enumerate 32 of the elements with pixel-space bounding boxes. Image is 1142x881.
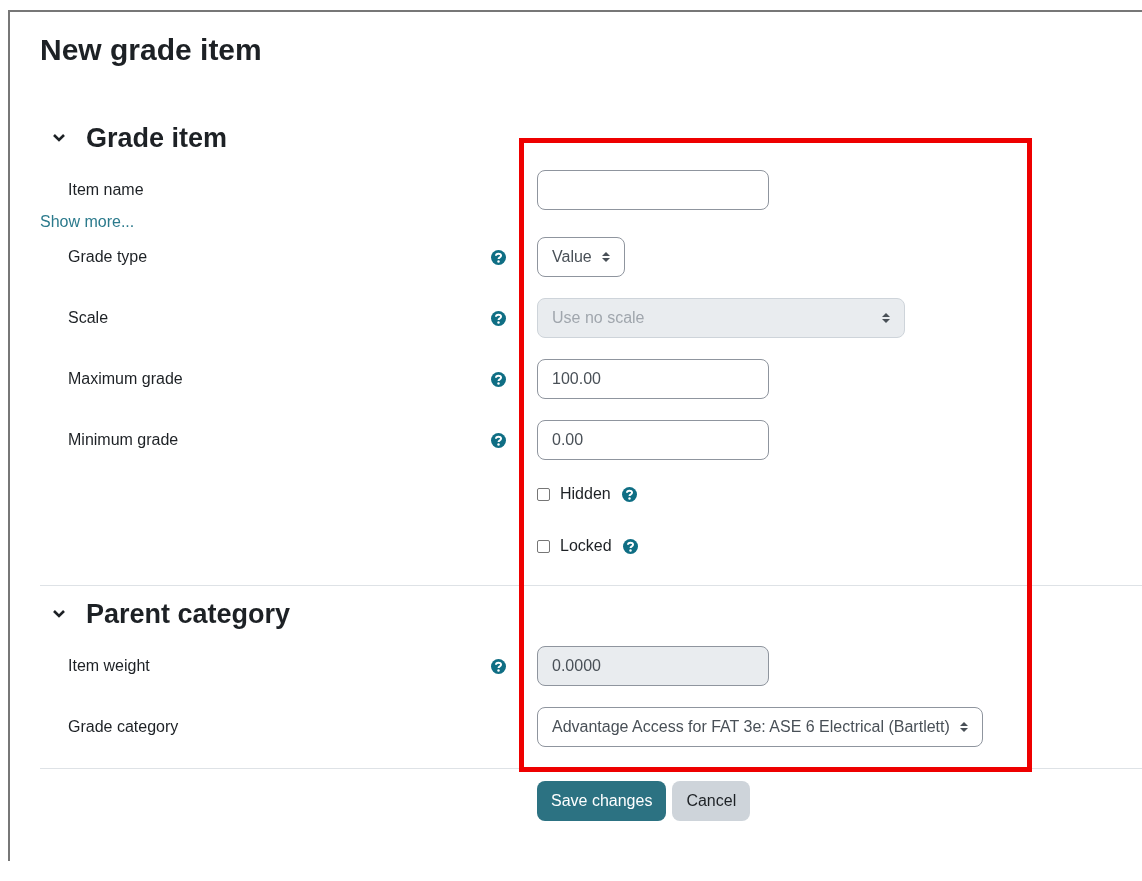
text-field[interactable]: 0.00 xyxy=(537,420,769,460)
help-icon[interactable] xyxy=(491,432,506,448)
field-label: Item weight xyxy=(68,657,151,675)
checkbox-label: Hidden xyxy=(560,485,611,503)
help-icon[interactable] xyxy=(621,486,637,502)
checkbox[interactable] xyxy=(537,539,550,553)
page-title: New grade item xyxy=(40,32,263,68)
select-dropdown[interactable]: Value xyxy=(537,237,625,277)
sort-icon xyxy=(601,251,610,263)
show-more-link[interactable]: Show more... xyxy=(40,213,135,231)
select-dropdown[interactable]: Advantage Access for FAT 3e: ASE 6 Electrical (Bartlett) xyxy=(537,707,983,747)
help-icon[interactable] xyxy=(491,371,506,387)
sort-icon xyxy=(959,721,968,733)
field-label: Grade category xyxy=(68,718,180,736)
sort-icon xyxy=(882,312,890,324)
checkbox[interactable] xyxy=(537,487,550,501)
checkbox-label: Locked xyxy=(560,537,612,555)
help-icon[interactable] xyxy=(622,538,638,554)
save-button[interactable]: Save changes xyxy=(537,781,667,821)
chevron-icon[interactable] xyxy=(52,133,66,143)
help-icon[interactable] xyxy=(491,249,506,265)
section-heading[interactable]: Grade item xyxy=(86,120,228,156)
text-field[interactable]: 100.00 xyxy=(537,359,769,399)
chevron-icon[interactable] xyxy=(52,609,66,619)
field-label: Grade type xyxy=(68,248,149,266)
cancel-button[interactable]: Cancel xyxy=(672,781,751,821)
field-label: Minimum grade xyxy=(68,431,180,449)
field-label: Item name xyxy=(68,181,145,199)
section-heading[interactable]: Parent category xyxy=(86,596,291,632)
field-label: Scale xyxy=(68,309,110,327)
field-label: Maximum grade xyxy=(68,370,184,388)
text-field[interactable] xyxy=(537,170,769,210)
